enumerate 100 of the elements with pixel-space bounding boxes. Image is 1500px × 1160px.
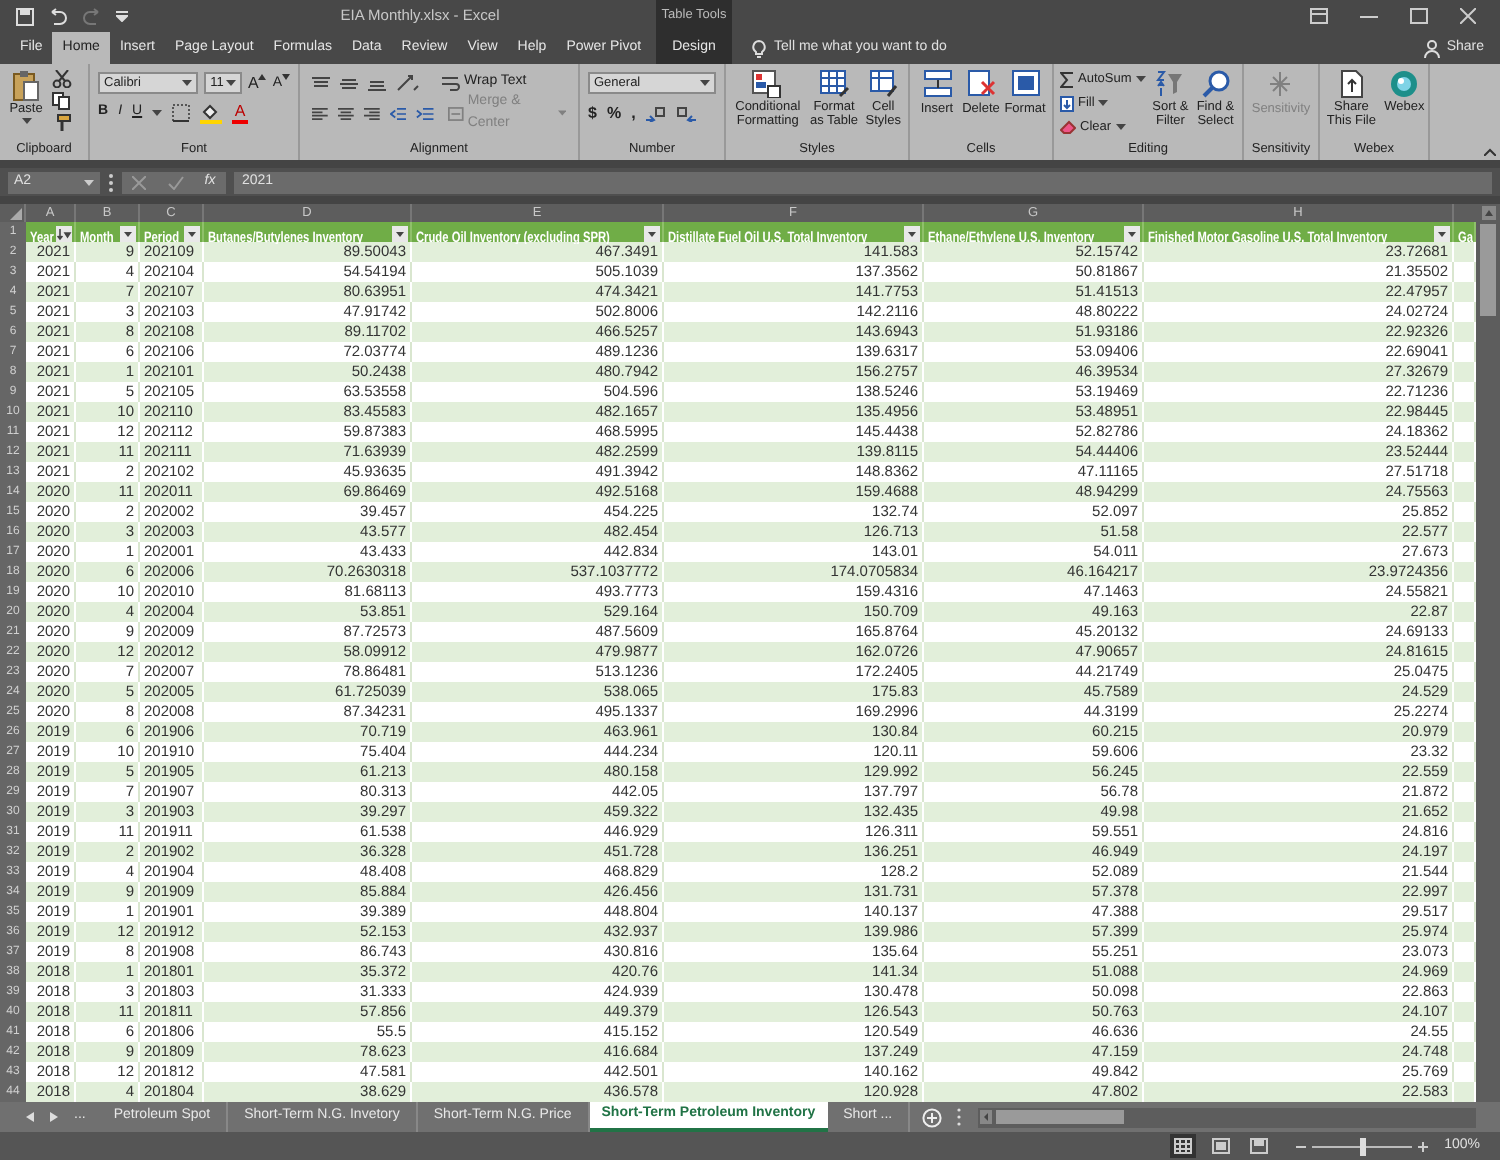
table-icon (819, 70, 849, 98)
check-icon[interactable] (167, 175, 184, 189)
table-chart-icon (752, 70, 783, 98)
table-cell (1454, 302, 1476, 324)
scissors-icon[interactable] (52, 70, 72, 88)
table-cell (1454, 562, 1476, 584)
ribbon-display-icon[interactable] (1310, 8, 1328, 24)
sigma-icon (1060, 71, 1074, 88)
table-cell (1454, 402, 1476, 424)
table-cell (1454, 542, 1476, 564)
close-icon[interactable] (1460, 8, 1476, 24)
orientation-icon[interactable] (396, 74, 420, 92)
caret-icon[interactable] (152, 110, 163, 116)
search-icon (1201, 70, 1230, 98)
table-cell (1454, 522, 1476, 544)
table-cell (1454, 702, 1476, 724)
fill-down-icon (1060, 95, 1074, 112)
eraser-icon (1060, 119, 1076, 134)
font-color-button[interactable]: A (232, 103, 249, 123)
maximize-icon[interactable] (1410, 8, 1428, 24)
filter-dropdown-button[interactable] (392, 225, 408, 241)
filter-dropdown-button[interactable] (904, 225, 920, 241)
zoom-in-icon[interactable] (1418, 1141, 1429, 1151)
add-sheet-icon[interactable] (922, 1107, 943, 1127)
table-cell (1454, 782, 1476, 804)
caret-icon (1098, 100, 1109, 107)
table-cell (1454, 462, 1476, 484)
table-cell (1454, 1062, 1476, 1084)
view-button[interactable] (1246, 1134, 1273, 1158)
increase-decimal-icon[interactable] (645, 105, 666, 121)
table-cell (1454, 642, 1476, 664)
filter-dropdown-button[interactable] (1434, 225, 1450, 241)
table-cell (1454, 842, 1476, 864)
wrap-icon (442, 75, 460, 91)
percent-button[interactable]: % (606, 101, 622, 125)
sensitivity-icon (1268, 70, 1293, 98)
view-button[interactable] (1170, 1134, 1197, 1158)
align-center-icon[interactable] (337, 105, 354, 121)
slider-thumb[interactable] (1359, 1137, 1366, 1155)
save-icon[interactable] (16, 7, 34, 25)
scroll-right-icon[interactable] (50, 1112, 58, 1122)
borders-icon[interactable] (172, 104, 191, 122)
horizontal-scrollbar[interactable] (978, 1107, 1476, 1127)
table-cell (1454, 602, 1476, 624)
page-break-icon (1250, 1138, 1269, 1154)
scrollbar-thumb[interactable] (996, 1110, 1125, 1124)
vertical-scrollbar[interactable] (1476, 204, 1500, 1102)
delete-cells-icon (967, 70, 995, 98)
table-cell (1454, 382, 1476, 404)
table-cell (1454, 282, 1476, 304)
filter-dropdown-button[interactable] (1124, 225, 1140, 241)
table-cell (1454, 722, 1476, 744)
caret-icon (1135, 76, 1146, 83)
table-cell (1454, 882, 1476, 904)
table-cell (1454, 862, 1476, 884)
page-layout-icon (1212, 1138, 1231, 1154)
decrease-indent-icon[interactable] (389, 105, 407, 121)
table-cell (1454, 622, 1476, 644)
grow-font-button[interactable]: A (247, 74, 267, 92)
table-cell (1454, 762, 1476, 784)
scrollbar-thumb[interactable] (1480, 224, 1496, 316)
document-share-icon (1339, 70, 1364, 98)
zoom-out-icon[interactable] (1296, 1141, 1307, 1151)
align-middle-icon[interactable] (340, 75, 358, 91)
sort-filter-button[interactable] (56, 225, 72, 241)
caret-icon (84, 179, 94, 185)
table-cell (1454, 1082, 1476, 1104)
normal-view-icon (1174, 1138, 1193, 1154)
align-left-icon[interactable] (312, 105, 328, 121)
customize-caret-icon[interactable] (116, 10, 128, 22)
filter-dropdown-button[interactable] (184, 225, 200, 241)
undo-icon[interactable] (48, 7, 68, 25)
scroll-left-icon[interactable] (980, 1110, 993, 1124)
table-cell (1454, 802, 1476, 824)
align-bottom-icon[interactable] (368, 75, 386, 91)
filter-dropdown-button[interactable] (644, 225, 660, 241)
caret-icon (1115, 123, 1126, 130)
filter-dropdown-button[interactable] (120, 225, 136, 241)
collapse-ribbon-icon[interactable] (1484, 148, 1496, 156)
sort-filter-icon (1156, 70, 1185, 98)
person-icon (1424, 39, 1441, 57)
more-options-icon[interactable] (956, 1108, 963, 1126)
scroll-up-icon[interactable] (1481, 206, 1495, 220)
merge-icon (448, 105, 464, 121)
comma-button[interactable]: , (631, 101, 636, 125)
fill-color-icon[interactable] (200, 103, 223, 123)
currency-button[interactable]: $ (588, 101, 597, 125)
copy-icon[interactable] (52, 92, 72, 110)
more-options-icon[interactable] (108, 173, 114, 191)
view-button[interactable] (1208, 1134, 1235, 1158)
lightbulb-icon (752, 39, 766, 57)
increase-indent-icon[interactable] (416, 105, 435, 121)
scroll-left-icon[interactable] (26, 1112, 34, 1122)
table-cell (1454, 1042, 1476, 1064)
table-cell (1454, 342, 1476, 364)
decrease-decimal-icon[interactable] (675, 105, 696, 121)
caret-icon (700, 80, 710, 86)
align-top-icon[interactable] (312, 75, 330, 91)
brush-icon[interactable] (52, 114, 72, 132)
align-right-icon[interactable] (363, 105, 380, 121)
